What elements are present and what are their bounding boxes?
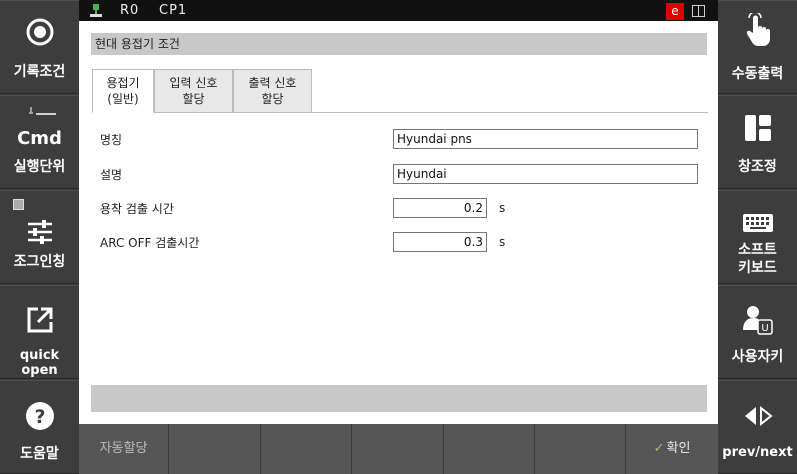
- svg-text:U: U: [761, 323, 768, 334]
- quick-open-button[interactable]: quick open: [0, 285, 79, 379]
- soft-keyboard-label: 소프트 키보드: [738, 242, 777, 276]
- user-key-icon: U: [742, 306, 773, 335]
- jog-inching-label: 조그인칭: [13, 254, 66, 270]
- prev-next-icon: [744, 405, 773, 427]
- status-bar: R0 CP1 e: [79, 0, 718, 21]
- arc-off-unit: s: [499, 235, 506, 249]
- jog-sliders-icon: [27, 220, 52, 244]
- external-open-icon: [27, 307, 52, 333]
- auto-assign-button[interactable]: 자동할당: [79, 424, 169, 474]
- record-condition-button[interactable]: 기록조건: [0, 0, 79, 94]
- arc-off-label: ARC OFF 검출시간: [100, 236, 200, 250]
- tab-input-signal[interactable]: 입력 신호 할당: [154, 69, 233, 113]
- help-icon: ?: [25, 402, 54, 430]
- tab-welder-general[interactable]: 용접기 (일반): [92, 69, 154, 113]
- window-layout-icon: [744, 115, 771, 141]
- arc-off-field[interactable]: [393, 232, 487, 252]
- manual-output-button[interactable]: 수동출력: [718, 0, 797, 94]
- manual-output-label: 수동출력: [731, 66, 784, 82]
- robot-status-icon: [90, 4, 102, 17]
- softkey-empty-2[interactable]: [169, 424, 261, 474]
- panel-title: 현대 용접기 조건: [91, 33, 707, 55]
- cmd-text: Cmd: [17, 128, 62, 149]
- cmd-step-icon: [29, 107, 56, 115]
- softkey-empty-4[interactable]: [352, 424, 444, 474]
- pendant-screen: 기록조건 Cmd 실행단위 조그인칭 quick open ? 도움말 R0 C…: [0, 0, 797, 474]
- check-icon: ✓: [653, 441, 665, 456]
- stick-detect-unit: s: [499, 201, 506, 215]
- exec-unit-label: 실행단위: [13, 159, 66, 175]
- robot-number: R0: [120, 3, 140, 18]
- error-badge[interactable]: e: [666, 3, 684, 20]
- soft-keyboard-button[interactable]: 소프트 키보드: [718, 190, 797, 284]
- cp-indicator: CP1: [159, 3, 188, 18]
- hand-pointer-icon: [746, 13, 770, 46]
- softkey-empty-6[interactable]: [535, 424, 626, 474]
- name-field[interactable]: [393, 129, 698, 149]
- softkey-bar: 자동할당 ✓ 확인: [79, 424, 718, 474]
- help-label: 도움말: [20, 446, 59, 462]
- stick-detect-label: 용착 검출 시간: [100, 202, 174, 216]
- name-label: 명칭: [100, 133, 123, 147]
- description-label: 설명: [100, 168, 123, 182]
- panel-toggle-icon[interactable]: [692, 5, 705, 17]
- record-condition-label: 기록조건: [13, 64, 66, 80]
- softkey-empty-5[interactable]: [444, 424, 535, 474]
- keyboard-icon: [742, 214, 773, 232]
- confirm-button[interactable]: ✓ 확인: [626, 424, 718, 474]
- svg-text:?: ?: [34, 406, 45, 428]
- prev-next-button[interactable]: prev/next: [718, 380, 797, 474]
- window-adjust-label: 창조정: [738, 159, 777, 175]
- tab-output-signal[interactable]: 출력 신호 할당: [233, 69, 312, 113]
- exec-unit-button[interactable]: Cmd 실행단위: [0, 95, 79, 189]
- help-button[interactable]: ? 도움말: [0, 380, 79, 474]
- stick-detect-field[interactable]: [393, 198, 487, 218]
- quick-open-label: quick open: [19, 348, 60, 378]
- prev-next-label: prev/next: [722, 445, 793, 460]
- record-circle-icon: [26, 18, 53, 46]
- left-sidebar: 기록조건 Cmd 실행단위 조그인칭 quick open ? 도움말: [0, 0, 79, 474]
- user-key-button[interactable]: U 사용자키: [718, 285, 797, 379]
- message-strip: [91, 385, 707, 412]
- main-panel: 현대 용접기 조건 용접기 (일반) 입력 신호 할당 출력 신호 할당 명칭 …: [79, 21, 718, 424]
- jog-inching-button[interactable]: 조그인칭: [0, 190, 79, 284]
- confirm-label: 확인: [666, 441, 691, 456]
- description-field[interactable]: [393, 164, 698, 184]
- user-key-label: 사용자키: [731, 349, 784, 365]
- jog-checkbox[interactable]: [13, 199, 24, 210]
- right-sidebar: 수동출력 창조정 소프트 키보드 U 사용자키 prev/next: [718, 0, 797, 474]
- window-adjust-button[interactable]: 창조정: [718, 95, 797, 189]
- softkey-empty-3[interactable]: [261, 424, 352, 474]
